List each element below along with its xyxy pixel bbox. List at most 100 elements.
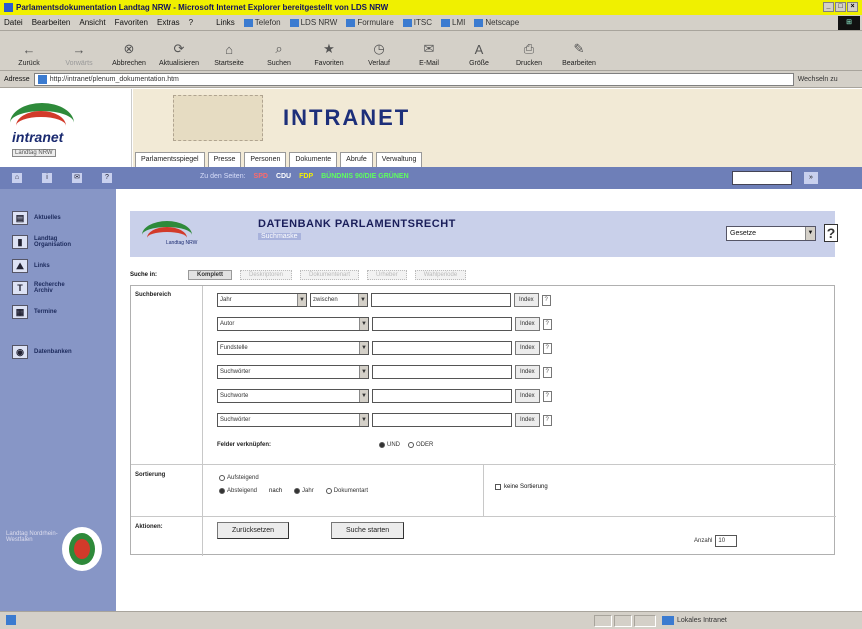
sidebar-item-termine[interactable]: ▦ Termine [12, 305, 57, 319]
nav-tab-personen[interactable]: Personen [244, 152, 287, 167]
field-select[interactable]: Autor ▼ [217, 317, 369, 331]
link-lds-nrw[interactable]: LDS NRW [289, 18, 337, 27]
nav-tab-verwaltung[interactable]: Verwaltung [375, 152, 423, 167]
toolbar-button-drucken[interactable]: ⎙ Drucken [504, 40, 554, 67]
go-button[interactable]: Wechseln zu [798, 76, 838, 83]
per-page-label: Anzahl [694, 538, 713, 544]
scope-tab-komplett[interactable]: Komplett [188, 270, 232, 280]
nav-tab-dokumente[interactable]: Dokumente [289, 152, 338, 167]
intranet-logo[interactable]: intranet Landtag NRW [0, 89, 132, 167]
toolbar-button-e-mail[interactable]: ✉ E-Mail [404, 40, 454, 67]
link-netscape[interactable]: Netscape [474, 18, 519, 27]
link-itsc[interactable]: ITSC [402, 18, 432, 27]
toolbar-button-abbrechen[interactable]: ⊗ Abbrechen [104, 40, 154, 67]
mail-icon[interactable]: ✉ [72, 173, 82, 183]
toolbar-button-gr-e[interactable]: A Größe [454, 40, 504, 68]
address-input[interactable]: http://intranet/plenum_dokumentation.htm [33, 72, 794, 86]
scope-tab-wahlperiode[interactable]: Wahlperiode [414, 270, 467, 280]
field-help-button[interactable]: ? [542, 342, 552, 354]
per-page-input[interactable]: 10 [715, 535, 738, 547]
menu-file[interactable]: Datei [4, 18, 23, 27]
criteria-value-input[interactable] [372, 365, 512, 379]
help-button[interactable]: ? [824, 224, 838, 242]
sort-asc-radio[interactable]: Aufsteigend [219, 475, 259, 481]
toolbar-button-suchen[interactable]: ⌕ Suchen [254, 40, 304, 67]
sort-desc-radio[interactable]: Absteigend [219, 488, 257, 494]
field-select[interactable]: Jahr ▼ [217, 293, 307, 307]
sidebar-item-recherche[interactable]: T Recherche Archiv [12, 281, 84, 295]
link-telefon[interactable]: Telefon [243, 18, 281, 27]
link-and-radio[interactable]: UND [379, 442, 400, 448]
sort-by-year-radio[interactable]: Jahr [294, 488, 314, 494]
party-link-gruene[interactable]: BÜNDNIS 90/DIE GRÜNEN [321, 173, 409, 180]
help-icon[interactable]: ? [102, 173, 112, 183]
sidebar-item-label: Termine [34, 309, 57, 315]
minimize-button[interactable]: _ [823, 2, 834, 12]
operator-select[interactable]: zwischen ▼ [310, 293, 368, 307]
scope-tab-deskriptoren[interactable]: Deskriptoren [240, 270, 293, 280]
field-help-button[interactable]: ? [542, 318, 552, 330]
sidebar-item-aktuelles[interactable]: ▤ Aktuelles [12, 211, 61, 225]
toolbar-button-vorw-rts[interactable]: → Vorwärts [54, 40, 104, 68]
link-lmi[interactable]: LMI [441, 18, 465, 27]
criteria-value-input[interactable] [372, 317, 512, 331]
menu-help[interactable]: ? [189, 18, 193, 27]
index-button[interactable]: Index [515, 317, 540, 331]
sidebar-item-links[interactable]: ⛰ Links [12, 259, 50, 273]
party-link-spd[interactable]: SPD [254, 173, 268, 180]
index-button[interactable]: Index [515, 413, 540, 427]
reset-button[interactable]: Zurücksetzen [217, 522, 290, 539]
site-search-input[interactable] [732, 171, 792, 185]
close-button[interactable]: × [847, 2, 858, 12]
criteria-value-input[interactable] [372, 389, 512, 403]
field-help-button[interactable]: ? [541, 294, 551, 306]
field-select[interactable]: Suchwörter ▼ [217, 365, 369, 379]
index-button[interactable]: Index [515, 389, 540, 403]
menu-favorites[interactable]: Favoriten [115, 18, 148, 27]
index-button[interactable]: Index [515, 365, 540, 379]
toolbar-button-startseite[interactable]: ⌂ Startseite [204, 40, 254, 68]
no-sort-option[interactable]: keine Sortierung [495, 484, 548, 490]
field-select[interactable]: Suchwörter ▼ [217, 413, 369, 427]
field-help-button[interactable]: ? [542, 390, 552, 402]
link-or-radio[interactable]: ODER [408, 442, 433, 448]
nav-tab-presse[interactable]: Presse [207, 152, 242, 167]
toolbar-button-verlauf[interactable]: ◷ Verlauf [354, 40, 404, 67]
toolbar-button-zur-ck[interactable]: ← Zurück [4, 40, 54, 68]
index-button[interactable]: Index [514, 293, 539, 307]
info-icon[interactable]: i [42, 173, 52, 183]
nav-tab-abrufe[interactable]: Abrufe [340, 152, 373, 167]
toolbar-button-bearbeiten[interactable]: ✎ Bearbeiten [554, 40, 604, 67]
sidebar-item-organisation[interactable]: ▮ Landtag Organisation [12, 235, 84, 249]
index-button[interactable]: Index [515, 341, 540, 355]
nav-tab-parlamentsspiegel[interactable]: Parlamentsspiegel [135, 152, 205, 167]
scope-tab-dokumentenart[interactable]: Dokumentenart [300, 270, 360, 280]
menu-edit[interactable]: Bearbeiten [32, 18, 71, 27]
menu-extras[interactable]: Extras [157, 18, 180, 27]
newspaper-icon: ▤ [12, 211, 28, 225]
toolbar-button-aktualisieren[interactable]: ⟳ Aktualisieren [154, 40, 204, 67]
sort-by-doctype-radio[interactable]: Dokumentart [325, 488, 368, 494]
database-select[interactable]: Gesetze ▼ [726, 226, 816, 241]
home-icon[interactable]: ⌂ [12, 173, 22, 183]
criteria-value-input[interactable] [372, 341, 512, 355]
criteria-value-input[interactable] [371, 293, 511, 307]
start-search-button[interactable]: Suche starten [331, 522, 405, 539]
sidebar-item-datenbanken[interactable]: ◉ Datenbanken [12, 345, 72, 359]
no-sort-checkbox[interactable] [495, 484, 501, 490]
link-label: LMI [452, 18, 466, 27]
site-search-button[interactable]: » [804, 172, 818, 184]
scope-tab-urheber[interactable]: Urheber [367, 270, 407, 280]
field-select[interactable]: Fundstelle ▼ [217, 341, 369, 355]
calendar-icon: ▦ [12, 305, 28, 319]
link-formulare[interactable]: Formulare [346, 18, 394, 27]
maximize-button[interactable]: □ [835, 2, 846, 12]
field-help-button[interactable]: ? [542, 366, 552, 378]
criteria-value-input[interactable] [372, 413, 512, 427]
toolbar-button-favoriten[interactable]: ★ Favoriten [304, 40, 354, 67]
field-help-button[interactable]: ? [542, 414, 552, 426]
menu-view[interactable]: Ansicht [79, 18, 105, 27]
field-select[interactable]: Suchworte ▼ [217, 389, 369, 403]
party-link-fdp[interactable]: FDP [299, 173, 313, 180]
party-link-cdu[interactable]: CDU [276, 173, 291, 180]
